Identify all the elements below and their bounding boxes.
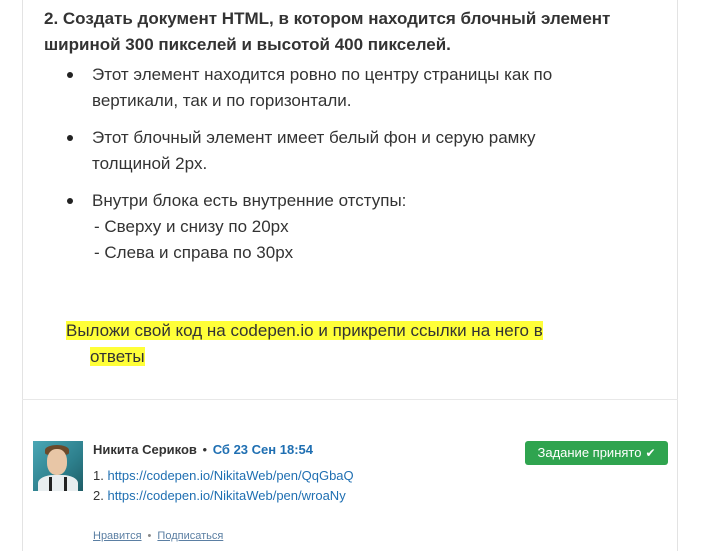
like-link[interactable]: Нравится <box>93 530 142 542</box>
task-bullets: Этот элемент находится ровно по центру с… <box>44 0 664 300</box>
codepen-link-1[interactable]: https://codepen.io/NikitaWeb/pen/QqGbaQ <box>107 468 353 483</box>
bullet-1-line2: вертикали, так и по горизонтали. <box>92 91 352 110</box>
highlight-line1: Выложи свой код на codepen.io и прикрепи… <box>66 321 543 340</box>
bullet-2-line2: толщиной 2px. <box>92 154 208 173</box>
bullet-item: Этот блочный элемент имеет белый фон и с… <box>44 125 692 177</box>
author-name[interactable]: Никита Сериков <box>93 442 197 457</box>
status-badge: Задание принято ✔ <box>525 441 668 465</box>
bullet-3-line1: Внутри блока есть внутренние отступы: <box>92 191 407 210</box>
highlight-line2: ответы <box>90 347 145 366</box>
list-item: 2. https://codepen.io/NikitaWeb/pen/wroa… <box>93 486 354 506</box>
comment-date[interactable]: Сб 23 Сен 18:54 <box>213 442 313 457</box>
author-separator: • <box>202 442 208 457</box>
action-separator: • <box>147 530 152 542</box>
codepen-link-2[interactable]: https://codepen.io/NikitaWeb/pen/wroaNy <box>107 488 345 503</box>
bullet-3-line2: - Сверху и снизу по 20px <box>94 217 289 236</box>
bullet-1-line1: Этот элемент находится ровно по центру с… <box>92 65 553 84</box>
list-item: 1. https://codepen.io/NikitaWeb/pen/QqGb… <box>93 466 354 486</box>
bullet-dot-icon <box>67 198 73 204</box>
highlight-instruction: Выложи свой код на codepen.io и прикрепи… <box>66 318 626 370</box>
bullet-dot-icon <box>67 135 73 141</box>
bullet-3-line3: - Слева и справа по 30px <box>94 243 294 262</box>
link-1-number: 1. <box>93 468 108 483</box>
check-icon: ✔ <box>645 446 656 460</box>
comment-header: Никита Сериков • Сб 23 Сен 18:54 <box>93 441 313 459</box>
bullet-dot-icon <box>67 72 73 78</box>
link-2-number: 2. <box>93 488 108 503</box>
status-badge-label: Задание принято <box>537 445 642 460</box>
answer-links: 1. https://codepen.io/NikitaWeb/pen/QqGb… <box>93 466 354 506</box>
bullet-item: Этот элемент находится ровно по центру с… <box>44 62 692 114</box>
divider <box>22 399 678 400</box>
comment-actions: Нравится • Подписаться <box>93 528 223 544</box>
avatar[interactable] <box>33 441 83 491</box>
bullet-item: Внутри блока есть внутренние отступы: - … <box>44 188 692 266</box>
bullet-2-line1: Этот блочный элемент имеет белый фон и с… <box>92 128 536 147</box>
subscribe-link[interactable]: Подписаться <box>157 530 223 542</box>
